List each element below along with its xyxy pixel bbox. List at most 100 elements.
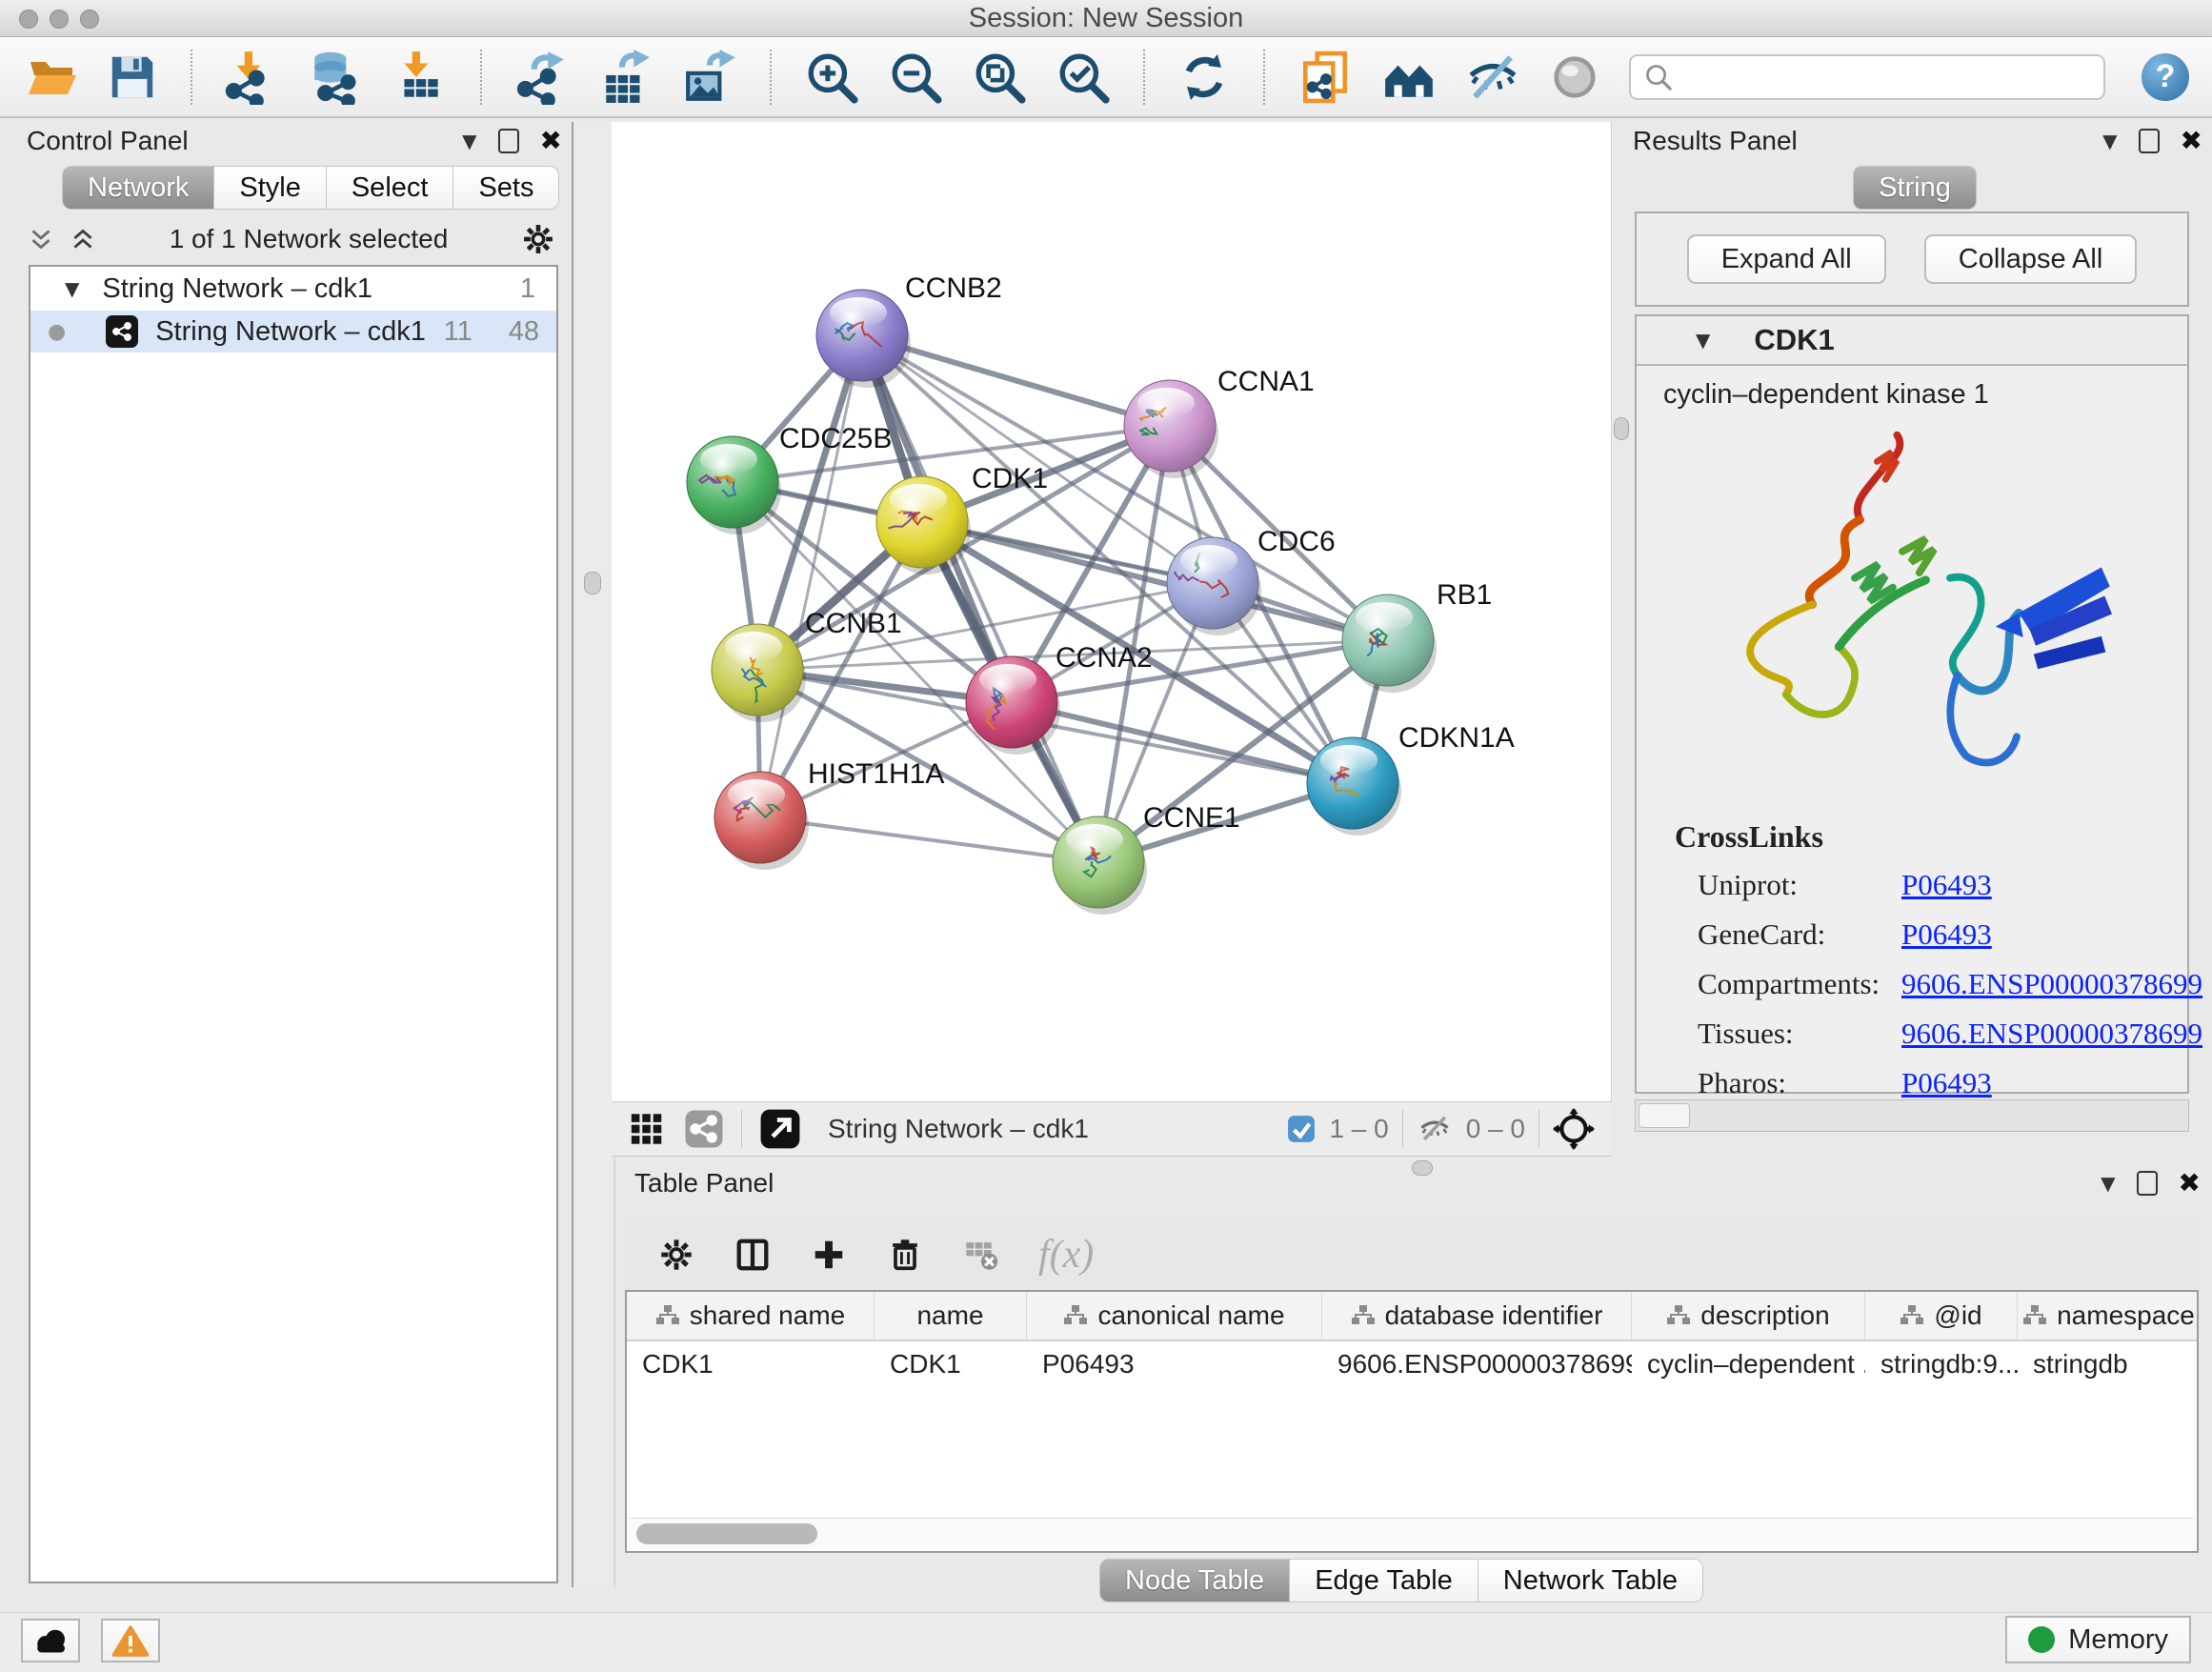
- table-hscrollbar[interactable]: [629, 1518, 2195, 1549]
- share-view-icon[interactable]: [684, 1109, 724, 1149]
- node-table[interactable]: shared namename canonical name database …: [625, 1290, 2199, 1553]
- network-graph[interactable]: CCNB2CCNA1CDC25BCDK1CDC6RB1CCNB1CCNA2CDK…: [612, 122, 1612, 1101]
- selected-checkbox-icon[interactable]: [1287, 1115, 1316, 1143]
- node-CCNA1[interactable]: [1124, 380, 1218, 478]
- scrollbar-thumb[interactable]: [636, 1523, 817, 1544]
- export-image-button[interactable]: [682, 49, 737, 106]
- memory-button[interactable]: Memory: [2005, 1616, 2191, 1663]
- tab-style[interactable]: Style: [214, 166, 326, 210]
- table-cell[interactable]: CDK1: [627, 1349, 875, 1380]
- table-cell[interactable]: 9606.ENSP00000378699: [1322, 1349, 1632, 1380]
- network-canvas[interactable]: CCNB2CCNA1CDC25BCDK1CDC6RB1CCNB1CCNA2CDK…: [612, 122, 1612, 1101]
- show-columns-icon[interactable]: [734, 1236, 772, 1274]
- window-controls[interactable]: [19, 10, 99, 29]
- search-input[interactable]: [1675, 61, 2103, 92]
- scrollbar-thumb[interactable]: [1639, 1103, 1690, 1128]
- zoom-in-button[interactable]: [804, 49, 859, 106]
- help-button[interactable]: ?: [2142, 53, 2189, 101]
- minimize-window-icon[interactable]: [50, 10, 69, 29]
- zoom-selected-button[interactable]: [1056, 49, 1111, 106]
- zoom-fit-button[interactable]: [972, 49, 1027, 106]
- tab-network-table[interactable]: Network Table: [1478, 1559, 1703, 1602]
- clone-network-button[interactable]: [1297, 49, 1353, 106]
- crosslink-link[interactable]: 9606.ENSP00000378699: [1901, 967, 2202, 1001]
- column-header-name[interactable]: name: [875, 1292, 1027, 1340]
- tab-select[interactable]: Select: [327, 166, 454, 210]
- node-HIST1H1A[interactable]: [714, 772, 809, 870]
- gear-icon[interactable]: [520, 221, 556, 257]
- table-cell[interactable]: cyclin–dependent ...: [1632, 1349, 1865, 1380]
- column-header-description[interactable]: description: [1632, 1292, 1865, 1340]
- crosslink-link[interactable]: 9606.ENSP00000378699: [1901, 1017, 2202, 1051]
- import-network-file-button[interactable]: [225, 49, 280, 106]
- control-panel-menu-icon[interactable]: ▼: [462, 130, 476, 152]
- table-panel-close-icon[interactable]: ✖: [2179, 1170, 2201, 1197]
- external-view-icon[interactable]: [759, 1108, 801, 1150]
- fit-selected-crosshair-icon[interactable]: [1553, 1108, 1595, 1150]
- table-panel-float-icon[interactable]: [2137, 1171, 2158, 1196]
- network-row-selected[interactable]: ● String Network – cdk1 11 48: [30, 311, 556, 353]
- table-cell[interactable]: P06493: [1027, 1349, 1322, 1380]
- expand-all-button[interactable]: Expand All: [1687, 234, 1886, 284]
- node-CDC6[interactable]: [1167, 537, 1261, 635]
- close-window-icon[interactable]: [19, 10, 38, 29]
- maximize-window-icon[interactable]: [80, 10, 99, 29]
- column-header-sharedname[interactable]: shared name: [627, 1292, 875, 1340]
- table-row[interactable]: CDK1CDK1P064939606.ENSP00000378699cyclin…: [627, 1341, 2197, 1387]
- export-table-button[interactable]: [598, 49, 654, 106]
- node-CCNE1[interactable]: [1053, 816, 1147, 915]
- collapse-all-button[interactable]: Collapse All: [1924, 234, 2138, 284]
- edge-CCNA2-CDKN1A[interactable]: [1012, 702, 1353, 783]
- results-panel-float-icon[interactable]: [2139, 129, 2160, 153]
- table-cell[interactable]: stringdb: [2018, 1349, 2199, 1380]
- table-panel-menu-icon[interactable]: ▼: [2101, 1172, 2115, 1195]
- table-gear-icon[interactable]: [657, 1236, 695, 1274]
- hide-graphics-button[interactable]: [1465, 49, 1520, 106]
- zoom-out-button[interactable]: [888, 49, 943, 106]
- open-session-button[interactable]: [25, 49, 78, 106]
- tab-string[interactable]: String: [1853, 166, 1977, 210]
- tab-node-table[interactable]: Node Table: [1099, 1559, 1290, 1602]
- network-collection-row[interactable]: ▼ String Network – cdk1 1: [30, 267, 556, 311]
- table-cell[interactable]: CDK1: [875, 1349, 1027, 1380]
- results-panel-close-icon[interactable]: ✖: [2181, 128, 2202, 154]
- column-header-id[interactable]: @id: [1865, 1292, 2018, 1340]
- tab-edge-table[interactable]: Edge Table: [1290, 1559, 1478, 1602]
- search-field[interactable]: [1629, 54, 2105, 100]
- node-RB1[interactable]: [1342, 594, 1437, 693]
- column-header-canonicalname[interactable]: canonical name: [1027, 1292, 1322, 1340]
- edge-CCNB2-HIST1H1A[interactable]: [760, 335, 862, 817]
- crosslink-link[interactable]: P06493: [1901, 868, 1992, 902]
- home-button[interactable]: [1381, 49, 1437, 106]
- node-CDKN1A[interactable]: [1307, 737, 1401, 836]
- node-CDC25B[interactable]: [687, 436, 781, 534]
- export-network-button[interactable]: [514, 49, 570, 106]
- collection-expand-icon[interactable]: ▼: [65, 277, 79, 300]
- control-panel-close-icon[interactable]: ✖: [540, 128, 562, 154]
- table-cell[interactable]: stringdb:9...: [1865, 1349, 2018, 1380]
- left-splitter-grip[interactable]: [584, 572, 601, 594]
- refresh-view-button[interactable]: [1177, 49, 1231, 106]
- expand-all-tree-icon[interactable]: [69, 225, 97, 253]
- crosslink-link[interactable]: P06493: [1901, 917, 1992, 952]
- results-hscrollbar[interactable]: [1635, 1099, 2189, 1132]
- node-CDK1[interactable]: [876, 476, 971, 574]
- collapse-all-tree-icon[interactable]: [27, 225, 55, 253]
- add-column-icon[interactable]: [810, 1236, 848, 1274]
- left-splitter[interactable]: [572, 122, 615, 1587]
- import-network-database-button[interactable]: [309, 49, 364, 106]
- cloud-status-button[interactable]: [21, 1619, 80, 1662]
- edge-CCNE1-HIST1H1A[interactable]: [760, 817, 1098, 862]
- column-header-databaseidentifier[interactable]: database identifier: [1322, 1292, 1632, 1340]
- results-panel-menu-icon[interactable]: ▼: [2102, 130, 2117, 152]
- tab-network[interactable]: Network: [62, 166, 214, 210]
- tab-sets[interactable]: Sets: [453, 166, 559, 210]
- crosslink-link[interactable]: P06493: [1901, 1066, 1992, 1100]
- warning-status-button[interactable]: [101, 1619, 160, 1662]
- grid-view-icon[interactable]: [629, 1110, 667, 1148]
- column-header-namespace[interactable]: namespace: [2018, 1292, 2199, 1340]
- import-table-button[interactable]: [392, 49, 448, 106]
- delete-column-icon[interactable]: [886, 1236, 924, 1274]
- control-panel-float-icon[interactable]: [498, 129, 519, 153]
- gene-header[interactable]: ▼ CDK1: [1637, 316, 2187, 366]
